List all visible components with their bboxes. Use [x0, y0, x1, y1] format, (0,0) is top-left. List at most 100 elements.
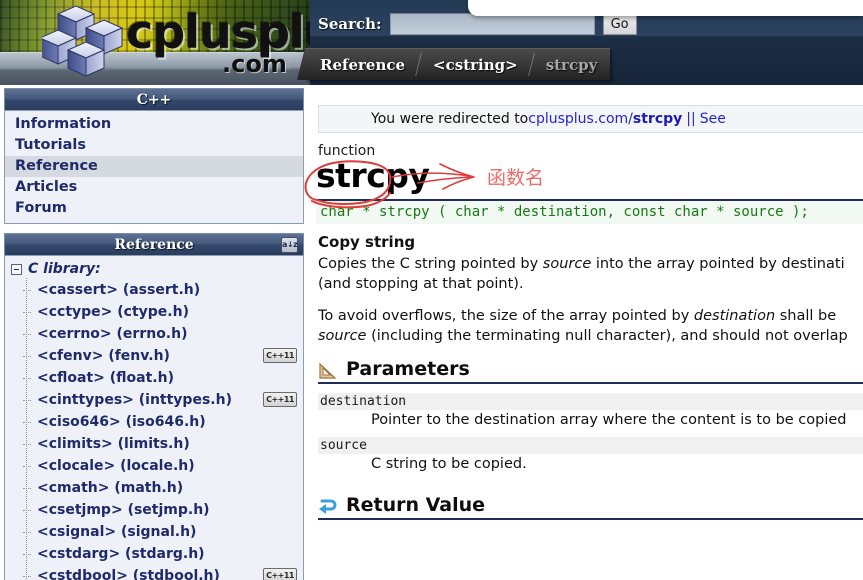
page-root: cplusplus .com Search: Go Reference <cst… — [0, 0, 863, 580]
tree-item-label: <cstdarg> (stdarg.h) — [37, 546, 205, 562]
tree-item[interactable]: <csignal> (signal.h) — [5, 521, 303, 543]
tree-branch-icon — [23, 378, 31, 379]
sidebar-item-information[interactable]: Information — [5, 114, 303, 135]
tree-item[interactable]: <ciso646> (iso646.h) — [5, 411, 303, 433]
annotation-label: 函数名 — [487, 167, 545, 189]
tree-item[interactable]: <csetjmp> (setjmp.h) — [5, 499, 303, 521]
tree-branch-icon — [23, 444, 31, 445]
tree-branch-icon — [23, 356, 31, 357]
tree-item[interactable]: <cmath> (math.h) — [5, 477, 303, 499]
sidebar-item-articles[interactable]: Articles — [5, 177, 303, 198]
sidebar-item-forum[interactable]: Forum — [5, 198, 303, 219]
sidebar-item-tutorials[interactable]: Tutorials — [5, 135, 303, 156]
function-signature: char * strcpy ( char * destination, cons… — [316, 199, 863, 224]
redirect-link-bold: strcpy — [632, 111, 683, 127]
cube-logo-icon — [42, 5, 124, 77]
tree-item[interactable]: <cstdarg> (stdarg.h) — [5, 543, 303, 565]
tree-item[interactable]: <cassert> (assert.h) — [5, 279, 303, 301]
param-name-destination: destination — [318, 393, 863, 410]
tree-branch-icon — [23, 466, 31, 467]
tree-item-label: <cfenv> (fenv.h) — [37, 348, 170, 364]
tree-item-label: <csignal> (signal.h) — [37, 524, 197, 540]
tree-item-label: <cinttypes> (inttypes.h) — [37, 392, 232, 408]
tree-branch-icon — [23, 576, 31, 577]
tree-item[interactable]: <cinttypes> (inttypes.h) C++11 — [5, 389, 303, 411]
tree-item[interactable]: <cfloat> (float.h) — [5, 367, 303, 389]
tree-branch-icon — [23, 488, 31, 489]
tree-item-label: <cassert> (assert.h) — [37, 282, 201, 298]
redirect-separator: || — [686, 111, 696, 127]
tree-item[interactable]: <clocale> (locale.h) — [5, 455, 303, 477]
site-logo[interactable]: cplusplus .com — [0, 0, 310, 85]
tree-item-label: <cctype> (ctype.h) — [37, 304, 189, 320]
cpp-panel-body: Information Tutorials Reference Articles… — [4, 110, 304, 224]
redirect-prefix: You were redirected to — [371, 111, 529, 127]
reference-panel: Reference a↓z C library: <cassert> (asse… — [4, 233, 304, 580]
browser-overlay-panel — [468, 0, 863, 16]
tree-item-label: <cfloat> (float.h) — [37, 370, 174, 386]
description-paragraph-2: To avoid overflows, the size of the arra… — [318, 306, 863, 346]
desc-p2-line1: To avoid overflows, the size of the arra… — [318, 308, 837, 324]
cpp11-badge: C++11 — [263, 392, 297, 407]
tree-branch-icon — [23, 290, 31, 291]
tree-item[interactable]: <cstdbool> (stdbool.h) C++11 — [5, 565, 303, 580]
function-description: Copy string Copies the C string pointed … — [318, 233, 863, 346]
page-title: strcpy — [316, 156, 430, 195]
param-desc-source: C string to be copied. — [371, 456, 527, 472]
parameters-section-header: Parameters — [318, 358, 863, 384]
tree-root-c-library[interactable]: C library: — [5, 259, 303, 279]
breadcrumb: Reference <cstring> strcpy — [305, 48, 611, 80]
breadcrumb-item-cstring[interactable]: <cstring> — [418, 49, 531, 80]
desc-p2-line2: source (including the terminating null c… — [318, 328, 848, 344]
reference-tree: C library: <cassert> (assert.h) <cctype> … — [4, 255, 304, 580]
param-desc-destination: Pointer to the destination array where t… — [371, 412, 847, 428]
return-value-section-header: Return Value — [318, 494, 863, 520]
tree-collapse-toggle-icon[interactable] — [11, 263, 22, 275]
desc-p1-line2: (and stopping at that point). — [318, 276, 524, 292]
tree-item[interactable]: <climits> (limits.h) — [5, 433, 303, 455]
breadcrumb-item-strcpy[interactable]: strcpy — [531, 49, 611, 80]
sort-alphabetical-icon[interactable]: a↓z — [281, 237, 298, 253]
tree-branch-icon — [23, 400, 31, 401]
redirect-see-link[interactable]: See — [700, 111, 726, 127]
parameters-title: Parameters — [346, 358, 470, 380]
tree-item-label: <clocale> (locale.h) — [37, 458, 195, 474]
desc-p1-line1: Copies the C string pointed by source in… — [318, 256, 845, 272]
tree-item-label: <cerrno> (errno.h) — [37, 326, 188, 342]
tree-branch-icon — [23, 312, 31, 313]
return-value-title: Return Value — [346, 494, 486, 516]
redirect-link-text: cplusplus.com/ — [528, 111, 633, 127]
tree-item-list: <cassert> (assert.h) <cctype> (ctype.h) <c… — [5, 279, 303, 580]
search-input[interactable] — [389, 13, 595, 35]
cpp-panel-title: C++ — [4, 88, 304, 110]
search-label: Search: — [318, 15, 382, 33]
tree-branch-icon — [23, 334, 31, 335]
redirect-link[interactable]: cplusplus.com/strcpy — [528, 111, 682, 127]
tree-item-label: <climits> (limits.h) — [37, 436, 190, 452]
tree-branch-icon — [23, 554, 31, 555]
reference-panel-title: Reference — [114, 237, 194, 253]
breadcrumb-item-reference[interactable]: Reference — [305, 49, 418, 80]
tree-item[interactable]: <cfenv> (fenv.h) C++11 — [5, 345, 303, 367]
description-paragraph-1: Copies the C string pointed by source in… — [318, 254, 863, 294]
reference-panel-title-bar: Reference a↓z — [4, 233, 304, 255]
tree-item-label: <cmath> (math.h) — [37, 480, 184, 496]
tree-branch-icon — [23, 510, 31, 511]
tree-branch-icon — [23, 422, 31, 423]
cpp11-badge: C++11 — [263, 568, 297, 580]
search-go-button[interactable]: Go — [602, 13, 637, 35]
logo-domain-suffix: .com — [222, 50, 287, 78]
tree-item-label: <ciso646> (iso646.h) — [37, 414, 206, 430]
sidebar-item-reference[interactable]: Reference — [5, 156, 303, 177]
tree-root-label: C library: — [28, 261, 101, 277]
ruler-icon — [318, 362, 338, 380]
cpp-panel: C++ Information Tutorials Reference Arti… — [4, 88, 304, 224]
param-name-source: source — [318, 437, 863, 454]
tree-item-label: <cstdbool> (stdbool.h) — [37, 568, 220, 580]
redirect-notice: You were redirected to cplusplus.com/str… — [318, 105, 863, 133]
tree-item-label: <csetjmp> (setjmp.h) — [37, 502, 210, 518]
tree-item[interactable]: <cerrno> (errno.h) — [5, 323, 303, 345]
sidebar: C++ Information Tutorials Reference Arti… — [4, 88, 304, 580]
cpp11-badge: C++11 — [263, 348, 297, 363]
tree-item[interactable]: <cctype> (ctype.h) — [5, 301, 303, 323]
